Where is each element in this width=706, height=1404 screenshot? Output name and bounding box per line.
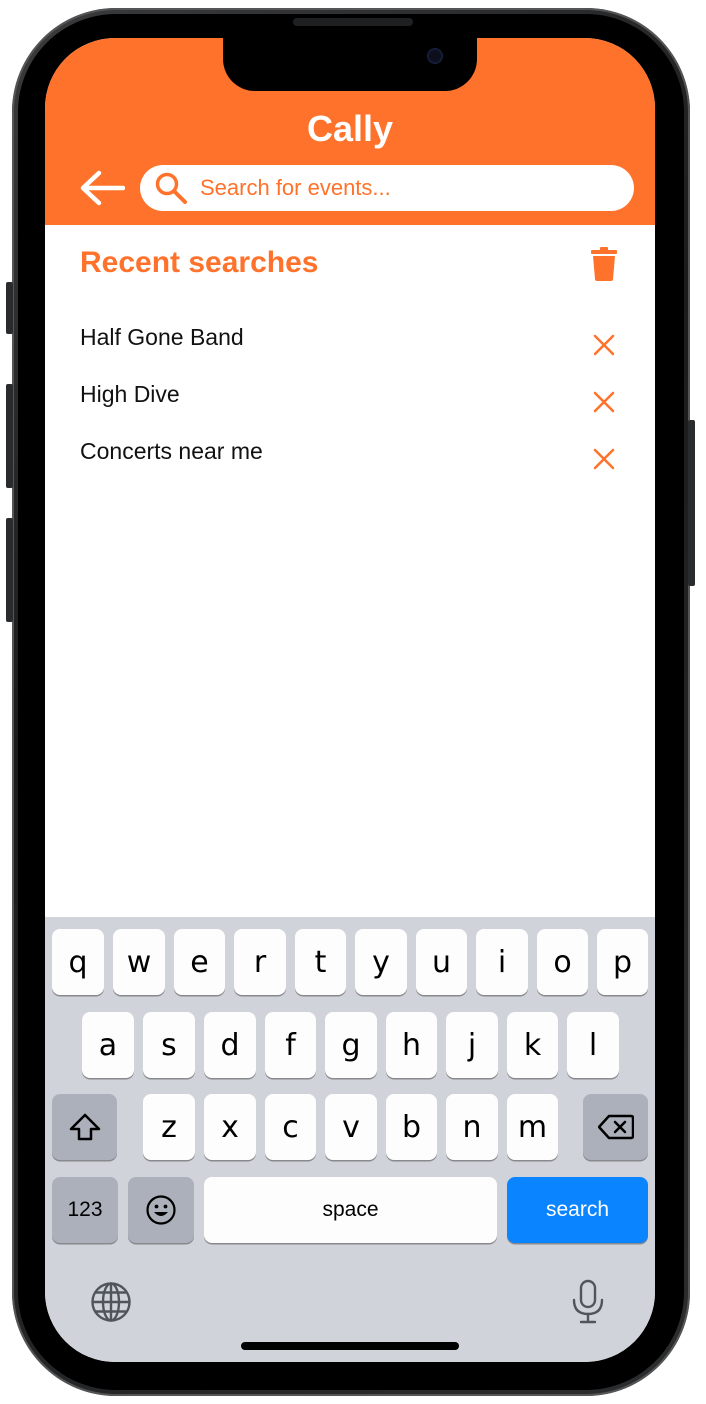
close-icon	[593, 391, 615, 413]
numbers-key[interactable]: 123	[52, 1177, 118, 1243]
arrow-left-icon	[80, 170, 125, 206]
microphone-icon	[572, 1279, 604, 1324]
key-u[interactable]: u	[416, 929, 467, 995]
remove-recent-button[interactable]	[591, 389, 617, 415]
search-icon	[154, 171, 188, 205]
power-button	[688, 420, 695, 586]
key-f[interactable]: f	[265, 1012, 316, 1078]
key-h[interactable]: h	[386, 1012, 437, 1078]
volume-down-button	[6, 518, 13, 622]
home-indicator[interactable]	[241, 1342, 459, 1350]
key-z[interactable]: z	[143, 1094, 195, 1160]
key-g[interactable]: g	[325, 1012, 377, 1078]
recent-search-label: Half Gone Band	[80, 324, 244, 350]
close-icon	[593, 334, 615, 356]
shift-icon	[69, 1113, 100, 1141]
key-n[interactable]: n	[446, 1094, 498, 1160]
search-key[interactable]: search	[507, 1177, 648, 1243]
close-icon	[593, 448, 615, 470]
recent-searches-heading: Recent searches	[80, 246, 319, 279]
key-o[interactable]: o	[537, 929, 588, 995]
key-v[interactable]: v	[325, 1094, 377, 1160]
key-l[interactable]: l	[567, 1012, 619, 1078]
recent-search-label: Concerts near me	[80, 438, 263, 464]
remove-recent-button[interactable]	[591, 446, 617, 472]
language-switch-button[interactable]	[90, 1281, 132, 1328]
key-k[interactable]: k	[507, 1012, 558, 1078]
key-i[interactable]: i	[476, 929, 528, 995]
key-r[interactable]: r	[234, 929, 286, 995]
notch	[223, 38, 477, 91]
key-p[interactable]: p	[597, 929, 648, 995]
space-key[interactable]: space	[204, 1177, 497, 1243]
key-c[interactable]: c	[265, 1094, 316, 1160]
key-m[interactable]: m	[507, 1094, 558, 1160]
search-input[interactable]	[198, 174, 622, 202]
dictation-button[interactable]	[571, 1279, 605, 1330]
recent-search-item[interactable]: Concerts near me	[45, 432, 655, 489]
key-a[interactable]: a	[82, 1012, 134, 1078]
silent-switch	[6, 282, 13, 334]
backspace-icon	[597, 1114, 634, 1140]
earpiece-speaker	[293, 18, 413, 26]
emoji-key[interactable]	[128, 1177, 194, 1243]
trash-icon	[591, 247, 617, 281]
key-b[interactable]: b	[386, 1094, 437, 1160]
app-title: Cally	[306, 108, 394, 149]
shift-key[interactable]	[52, 1094, 117, 1160]
emoji-icon	[146, 1195, 176, 1225]
clear-history-button[interactable]	[591, 247, 617, 281]
recent-search-label: High Dive	[80, 381, 180, 407]
remove-recent-button[interactable]	[591, 332, 617, 358]
recent-searches-list: Half Gone Band High Dive Concerts near m…	[45, 318, 655, 489]
delete-key[interactable]	[583, 1094, 648, 1160]
key-y[interactable]: y	[355, 929, 407, 995]
search-bar[interactable]	[140, 165, 634, 211]
globe-icon	[91, 1282, 131, 1322]
front-camera	[427, 48, 443, 64]
key-e[interactable]: e	[174, 929, 225, 995]
key-w[interactable]: w	[113, 929, 165, 995]
key-x[interactable]: x	[204, 1094, 256, 1160]
onscreen-keyboard: q w e r t y u i o p a s d f g h j k l z …	[45, 917, 655, 1362]
recent-search-item[interactable]: Half Gone Band	[45, 318, 655, 375]
key-t[interactable]: t	[295, 929, 346, 995]
key-s[interactable]: s	[143, 1012, 195, 1078]
screen: Cally Recent searches Half Gone B	[45, 38, 655, 1362]
back-button[interactable]	[77, 166, 127, 210]
recent-search-item[interactable]: High Dive	[45, 375, 655, 432]
key-j[interactable]: j	[446, 1012, 498, 1078]
key-q[interactable]: q	[52, 929, 104, 995]
key-d[interactable]: d	[204, 1012, 256, 1078]
volume-up-button	[6, 384, 13, 488]
